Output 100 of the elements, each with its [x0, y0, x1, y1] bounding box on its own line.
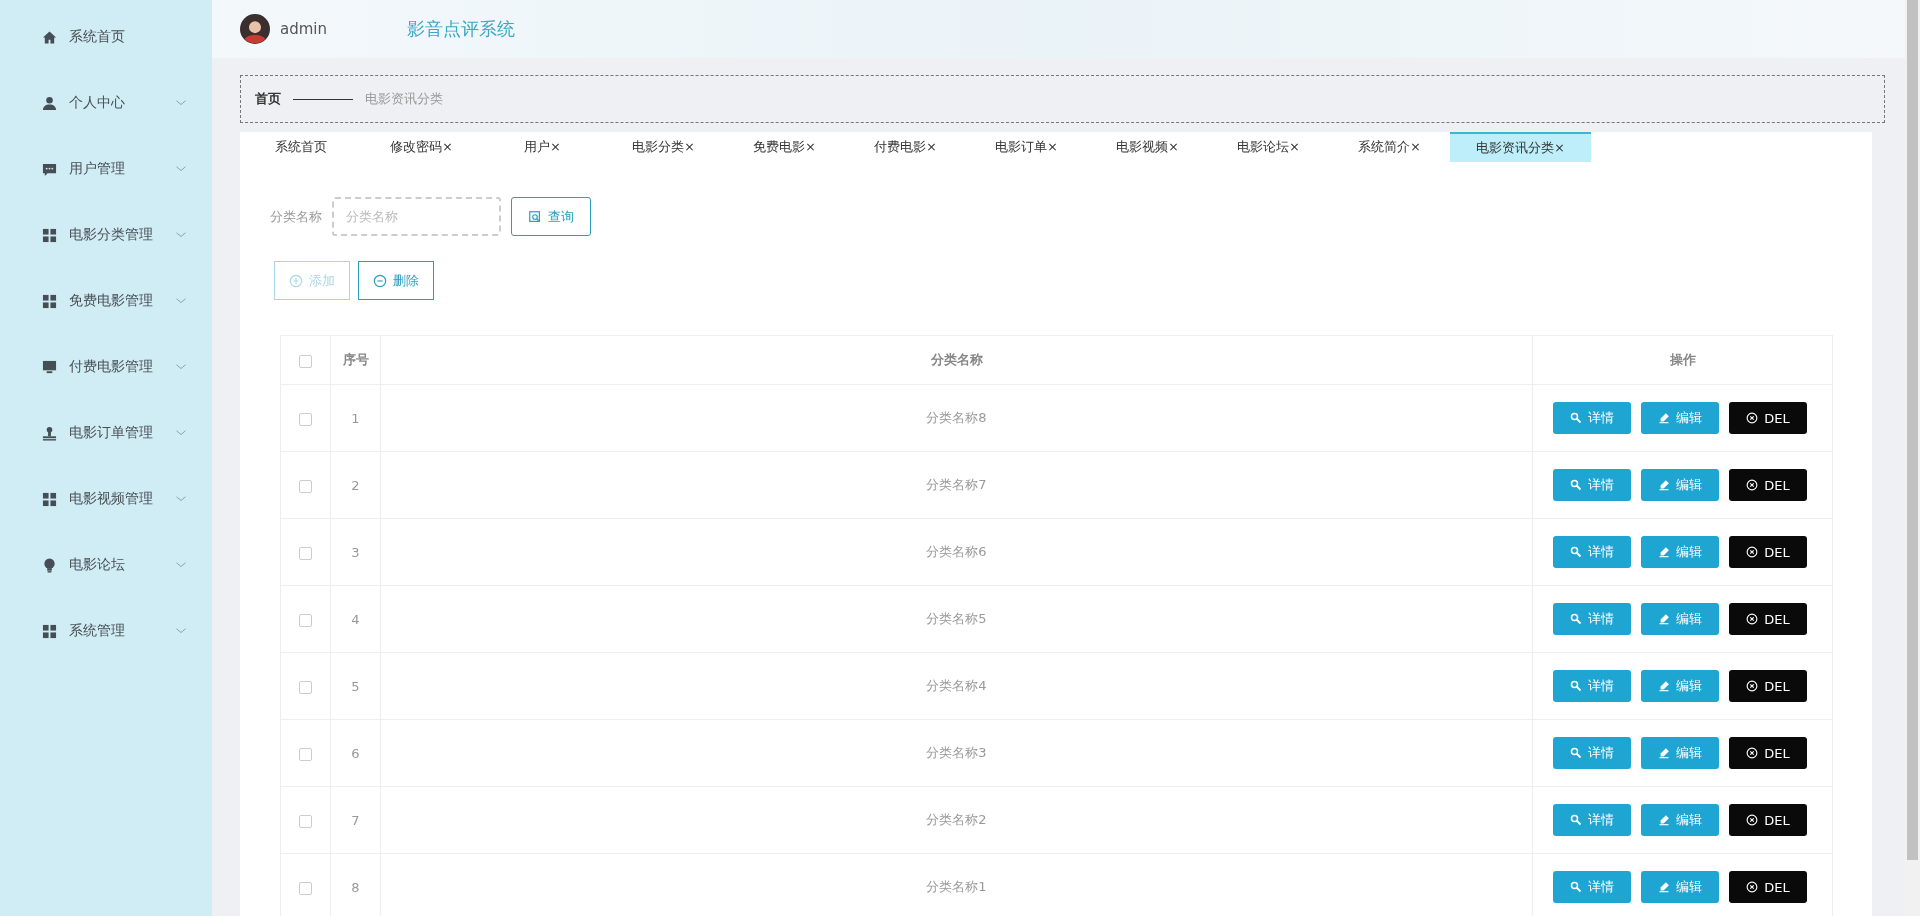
search-icon [528, 209, 542, 224]
tab[interactable]: 电影视频× [1087, 132, 1208, 162]
table-cell: 5 [330, 652, 381, 720]
search-label: 分类名称 [270, 207, 322, 226]
sidebar-menu-item[interactable]: 免费电影管理 [0, 268, 212, 334]
search-icon [1570, 412, 1582, 424]
home-icon [42, 29, 57, 45]
delete-button[interactable]: DEL [1729, 469, 1807, 501]
lightbulb-icon [42, 557, 57, 573]
table-cell: 4 [330, 585, 381, 653]
column-header: 操作 [1532, 335, 1833, 385]
delete-button[interactable]: DEL [1729, 670, 1807, 702]
table-cell: 7 [330, 786, 381, 854]
table-cell: 分类名称2 [380, 786, 1533, 854]
sidebar-menu-item[interactable]: 电影视频管理 [0, 466, 212, 532]
tab[interactable]: 免费电影× [724, 132, 845, 162]
minus-circle-icon [373, 273, 387, 288]
grid-icon [42, 623, 57, 639]
monitor-icon [42, 359, 57, 375]
stamp-icon [42, 425, 57, 441]
row-checkbox[interactable] [299, 814, 312, 828]
sidebar-menu-item[interactable]: 电影订单管理 [0, 400, 212, 466]
pencil-icon [1658, 479, 1670, 491]
avatar-icon [240, 14, 270, 44]
search-icon [1570, 814, 1582, 826]
search-icon [1570, 613, 1582, 625]
close-circle-icon [1746, 613, 1759, 625]
table-cell: 分类名称5 [380, 585, 1533, 653]
grid-icon [42, 491, 57, 507]
close-circle-icon [1746, 546, 1759, 558]
tab[interactable]: 电影资讯分类× [1450, 132, 1591, 162]
delete-button[interactable]: DEL [1729, 737, 1807, 769]
pencil-icon [1658, 680, 1670, 692]
table-cell: 分类名称6 [380, 518, 1533, 586]
close-circle-icon [1746, 814, 1759, 826]
delete-button[interactable]: DEL [1729, 603, 1807, 635]
row-checkbox[interactable] [299, 412, 312, 426]
sidebar-menu-item[interactable]: 系统管理 [0, 598, 212, 664]
grid-icon [42, 293, 57, 309]
search-field[interactable]: 分类名称 [332, 197, 501, 236]
pencil-icon [1658, 412, 1670, 424]
delete-button[interactable]: DEL [1729, 804, 1807, 836]
row-checkbox[interactable] [299, 881, 312, 895]
tab[interactable]: 系统首页 [240, 132, 361, 162]
sidebar-menu-item[interactable]: 个人中心 [0, 70, 212, 136]
row-checkbox[interactable] [299, 546, 312, 560]
grid-icon [42, 227, 57, 243]
row-checkbox[interactable] [299, 613, 312, 627]
row-checkbox[interactable] [299, 479, 312, 493]
tab[interactable]: 电影论坛× [1208, 132, 1329, 162]
system-title: 影音点评系统 [407, 17, 515, 41]
close-circle-icon [1746, 680, 1759, 692]
close-circle-icon [1746, 747, 1759, 759]
row-checkbox[interactable] [299, 680, 312, 694]
tab[interactable]: 用户× [482, 132, 603, 162]
row-checkbox[interactable] [299, 747, 312, 761]
search-icon [1570, 479, 1582, 491]
column-header: 分类名称 [380, 335, 1533, 385]
sidebar-menu-item[interactable]: 电影论坛 [0, 532, 212, 598]
delete-button[interactable]: DEL [1729, 402, 1807, 434]
search-icon [1570, 881, 1582, 893]
tab[interactable]: 付费电影× [845, 132, 966, 162]
table-cell: 3 [330, 518, 381, 586]
sidebar-menu-item[interactable]: 系统首页 [0, 4, 212, 70]
column-header: 序号 [330, 335, 381, 385]
table-cell: 6 [330, 719, 381, 787]
tab[interactable]: 电影订单× [966, 132, 1087, 162]
person-icon [42, 95, 57, 111]
scrollbar-thumb[interactable] [1907, 0, 1918, 860]
table-cell: 2 [330, 451, 381, 519]
username: admin [280, 20, 327, 38]
close-circle-icon [1746, 881, 1759, 893]
pencil-icon [1658, 881, 1670, 893]
tab[interactable]: 系统简介× [1329, 132, 1450, 162]
delete-button[interactable]: DEL [1729, 871, 1807, 903]
table-cell: 分类名称3 [380, 719, 1533, 787]
search-icon [1570, 747, 1582, 759]
sidebar-menu-item[interactable]: 用户管理 [0, 136, 212, 202]
pencil-icon [1658, 613, 1670, 625]
breadcrumb-current: 电影资讯分类 [365, 90, 443, 108]
sidebar-menu-item[interactable]: 电影分类管理 [0, 202, 212, 268]
sidebar-menu-item[interactable]: 付费电影管理 [0, 334, 212, 400]
table-cell: 分类名称4 [380, 652, 1533, 720]
plus-circle-icon [289, 273, 303, 288]
pencil-icon [1658, 546, 1670, 558]
tab[interactable]: 电影分类× [603, 132, 724, 162]
table-cell: 分类名称8 [380, 384, 1533, 452]
pencil-icon [1658, 814, 1670, 826]
pencil-icon [1658, 747, 1670, 759]
close-circle-icon [1746, 412, 1759, 424]
search-icon [1570, 546, 1582, 558]
tab[interactable]: 修改密码× [361, 132, 482, 162]
chat-icon [42, 161, 57, 177]
select-all-checkbox[interactable] [299, 354, 312, 368]
search-icon [1570, 680, 1582, 692]
delete-button[interactable]: DEL [1729, 536, 1807, 568]
table-cell: 1 [330, 384, 381, 452]
table-cell: 分类名称7 [380, 451, 1533, 519]
breadcrumb-link[interactable]: 首页 [255, 90, 281, 108]
close-circle-icon [1746, 479, 1759, 491]
